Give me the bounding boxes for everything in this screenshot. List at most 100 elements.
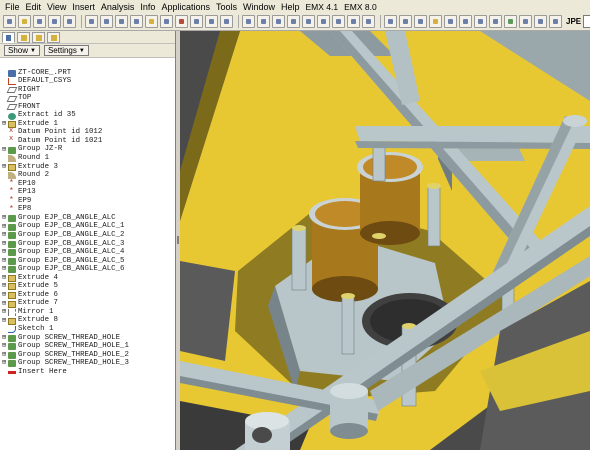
mirror-icon xyxy=(8,309,16,317)
expand-icon[interactable]: ⊞ xyxy=(0,121,8,128)
menu-insert[interactable]: Insert xyxy=(69,2,98,12)
tree-item[interactable]: ⊞ Group SCREW_THREAD_HOLE_3 xyxy=(0,359,176,369)
menu-emx-4-1[interactable]: EMX 4.1 xyxy=(303,2,342,12)
graphics-viewport[interactable] xyxy=(180,31,590,450)
favorites-tab-icon[interactable] xyxy=(32,31,45,43)
expand-icon[interactable]: ⊞ xyxy=(0,360,8,367)
expand-icon[interactable]: ⊞ xyxy=(0,240,8,248)
zoom-in-icon[interactable] xyxy=(287,15,300,28)
saved-views-icon[interactable] xyxy=(347,15,360,28)
pen-icon[interactable] xyxy=(534,15,547,28)
expand-icon[interactable]: ⊞ xyxy=(0,163,8,171)
save-icon[interactable] xyxy=(33,15,46,28)
tree-item[interactable]: ⊞ Extrude 5 xyxy=(0,282,176,292)
print-icon[interactable] xyxy=(48,15,61,28)
menu-window[interactable]: Window xyxy=(240,2,278,12)
expand-icon[interactable]: ⊞ xyxy=(0,334,8,342)
expand-icon[interactable]: ⊞ xyxy=(0,343,8,350)
paste-special-icon[interactable] xyxy=(160,15,173,28)
settings-dropdown[interactable]: Settings ▼ xyxy=(43,45,89,56)
jpe-label[interactable]: JPE xyxy=(566,17,581,26)
tree-item[interactable]: ⊞ Group EJP_CB_ANGLE_ALC_6 xyxy=(0,265,176,275)
measure-icon[interactable] xyxy=(519,15,532,28)
tree-item[interactable]: TOP xyxy=(0,94,176,104)
menu-analysis[interactable]: Analysis xyxy=(98,2,138,12)
paste-icon[interactable] xyxy=(145,15,158,28)
regenerate-icon[interactable] xyxy=(175,15,188,28)
menu-applications[interactable]: Applications xyxy=(158,2,213,12)
menu-file[interactable]: File xyxy=(2,2,23,12)
tree-item[interactable]: Sketch 1 xyxy=(0,325,176,334)
expand-icon[interactable]: ⊞ xyxy=(0,257,8,265)
repaint-icon[interactable] xyxy=(242,15,255,28)
expand-icon[interactable]: ⊞ xyxy=(0,146,8,154)
redo-icon[interactable] xyxy=(100,15,113,28)
expand-icon[interactable]: ⊞ xyxy=(0,283,8,290)
new-file-icon[interactable] xyxy=(3,15,16,28)
tree-item[interactable]: Extract id 35 xyxy=(0,111,176,121)
cut-icon[interactable] xyxy=(115,15,128,28)
menu-help[interactable]: Help xyxy=(278,2,303,12)
expand-icon[interactable]: ⊞ xyxy=(0,300,8,308)
expand-icon[interactable]: ⊞ xyxy=(0,317,8,325)
email-icon[interactable] xyxy=(63,15,76,28)
expand-icon[interactable]: ⊞ xyxy=(0,215,8,222)
extrude-icon xyxy=(8,317,16,325)
annotations-icon[interactable] xyxy=(504,15,517,28)
copy-icon[interactable] xyxy=(130,15,143,28)
expand-icon[interactable]: ⊞ xyxy=(0,309,8,316)
filter-select[interactable]: x xyxy=(583,15,590,28)
open-file-icon[interactable] xyxy=(18,15,31,28)
layers-icon[interactable] xyxy=(362,15,375,28)
tree-item[interactable]: DEFAULT_CSYS xyxy=(0,77,176,87)
undo-icon[interactable] xyxy=(85,15,98,28)
menu-edit[interactable]: Edit xyxy=(23,2,45,12)
datum-axes-icon[interactable] xyxy=(459,15,472,28)
expand-icon[interactable]: ⊞ xyxy=(0,291,8,299)
wireframe-icon[interactable] xyxy=(384,15,397,28)
tree-item[interactable]: ⊞ Group EJP_CB_ANGLE_ALC_4 xyxy=(0,248,176,257)
datum-plane-icon xyxy=(6,104,18,111)
tree-item[interactable]: Round 2 xyxy=(0,171,176,181)
shading-icon[interactable] xyxy=(429,15,442,28)
tree-item[interactable]: EP8 xyxy=(0,205,176,215)
context-help-icon[interactable] xyxy=(549,15,562,28)
orient-icon[interactable] xyxy=(272,15,285,28)
expand-icon[interactable]: ⊞ xyxy=(0,351,8,359)
tree-item[interactable]: EP13 xyxy=(0,188,176,198)
no-hidden-icon[interactable] xyxy=(414,15,427,28)
refit-icon[interactable] xyxy=(317,15,330,28)
expand-icon[interactable]: ⊞ xyxy=(0,232,8,239)
settings-dropdown-label: Settings xyxy=(47,46,77,55)
expand-icon[interactable]: ⊞ xyxy=(0,249,8,256)
menu-emx-8-0[interactable]: EMX 8.0 xyxy=(341,2,380,12)
menu-info[interactable]: Info xyxy=(137,2,158,12)
model-tree-tab-icon[interactable] xyxy=(2,31,15,43)
csys-display-icon[interactable] xyxy=(489,15,502,28)
expand-icon[interactable]: ⊞ xyxy=(0,223,8,231)
model-tree-controls: Show ▼ Settings ▼ xyxy=(0,44,175,58)
tree-item[interactable]: ⊞ Group EJP_CB_ANGLE_ALC_2 xyxy=(0,231,176,240)
show-dropdown[interactable]: Show ▼ xyxy=(4,45,40,56)
tree-item[interactable]: Insert Here xyxy=(0,368,176,377)
insert-here-icon xyxy=(8,371,16,375)
find-icon[interactable] xyxy=(205,15,218,28)
datum-planes-icon[interactable] xyxy=(444,15,457,28)
reorient-icon[interactable] xyxy=(332,15,345,28)
menu-tools[interactable]: Tools xyxy=(213,2,240,12)
spin-center-icon[interactable] xyxy=(257,15,270,28)
expand-icon[interactable]: ⊞ xyxy=(0,274,8,282)
menu-view[interactable]: View xyxy=(44,2,69,12)
folder-browser-tab-icon[interactable] xyxy=(17,31,30,43)
expand-icon[interactable]: ⊞ xyxy=(0,266,8,273)
datum-points-icon[interactable] xyxy=(474,15,487,28)
connections-tab-icon[interactable] xyxy=(47,31,60,43)
extrude-icon xyxy=(8,283,16,291)
tree-item[interactable]: Round 1 xyxy=(0,154,176,163)
hidden-line-icon[interactable] xyxy=(399,15,412,28)
extrude-icon xyxy=(8,274,16,282)
regen-manager-icon[interactable] xyxy=(190,15,203,28)
zoom-out-icon[interactable] xyxy=(302,15,315,28)
tree-item[interactable]: ⊞ Group SCREW_THREAD_HOLE_1 xyxy=(0,342,176,352)
select-box-icon[interactable] xyxy=(220,15,233,28)
